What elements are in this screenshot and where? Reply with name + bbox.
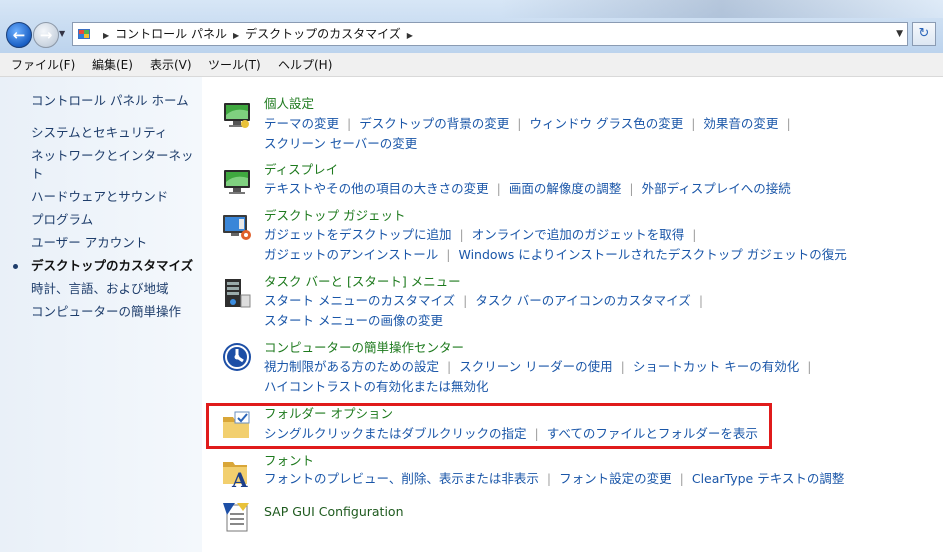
link-row: ガジェットをデスクトップに追加 | オンラインで追加のガジェットを取得 | bbox=[264, 227, 697, 242]
link-font-preview-delete[interactable]: フォントのプレビュー、削除、表示または非表示 bbox=[264, 471, 539, 486]
menu-tools[interactable]: ツール(T) bbox=[208, 53, 261, 77]
link-change-desktop-background[interactable]: デスクトップの背景の変更 bbox=[359, 116, 509, 131]
refresh-button[interactable]: ↻ bbox=[912, 22, 936, 46]
sidebar-item-ease-of-access[interactable]: コンピューターの簡単操作 bbox=[31, 303, 181, 321]
sidebar-item-desktop-customization: デスクトップのカスタマイズ bbox=[31, 258, 194, 273]
link-get-more-gadgets-online[interactable]: オンラインで追加のガジェットを取得 bbox=[472, 227, 685, 242]
gadgets-icon[interactable] bbox=[221, 211, 253, 243]
link-change-start-menu-picture[interactable]: スタート メニューの画像の変更 bbox=[264, 313, 443, 328]
category-title-personalization[interactable]: 個人設定 bbox=[264, 95, 314, 113]
sap-gui-icon[interactable] bbox=[221, 501, 253, 533]
link-customize-taskbar-icons[interactable]: タスク バーのアイコンのカスタマイズ bbox=[475, 293, 690, 308]
link-restore-gadgets[interactable]: Windows によりインストールされたデスクトップ ガジェットの復元 bbox=[458, 247, 846, 262]
address-bar[interactable]: ▶ コントロール パネル ▶ デスクトップのカスタマイズ ▶ ▼ bbox=[72, 22, 908, 46]
link-font-settings[interactable]: フォント設定の変更 bbox=[559, 471, 672, 486]
back-arrow-icon: ← bbox=[12, 26, 26, 44]
display-icon[interactable] bbox=[221, 165, 253, 197]
link-screen-resolution[interactable]: 画面の解像度の調整 bbox=[509, 181, 622, 196]
current-item-bullet-icon bbox=[13, 264, 18, 269]
link-cleartype-tuning[interactable]: ClearType テキストの調整 bbox=[692, 471, 845, 486]
link-row: ガジェットのアンインストール | Windows によりインストールされたデスクトッ… bbox=[264, 247, 847, 262]
recent-pages-dropdown[interactable]: ▼ bbox=[59, 29, 65, 38]
link-add-gadgets[interactable]: ガジェットをデスクトップに追加 bbox=[264, 227, 452, 242]
menu-edit[interactable]: 編集(E) bbox=[92, 53, 133, 77]
sidebar-item-system-security[interactable]: システムとセキュリティ bbox=[31, 124, 167, 142]
sidebar-item-network-line1[interactable]: ネットワークとインターネッ bbox=[31, 147, 194, 165]
sidebar-item-network-line2[interactable]: ト bbox=[31, 165, 44, 183]
link-high-contrast[interactable]: ハイコントラストの有効化または無効化 bbox=[264, 379, 489, 394]
link-change-screen-saver[interactable]: スクリーン セーバーの変更 bbox=[264, 136, 417, 151]
link-row: テーマの変更 | デスクトップの背景の変更 | ウィンドウ グラス色の変更 | 効果音の変更… bbox=[264, 116, 791, 131]
fonts-icon[interactable]: A bbox=[221, 456, 253, 488]
category-title-ease-of-access-center[interactable]: コンピューターの簡単操作センター bbox=[264, 339, 464, 357]
menu-bar: ファイル(F) 編集(E) 表示(V) ツール(T) ヘルプ(H) bbox=[0, 53, 943, 77]
link-vision-settings[interactable]: 視力制限がある方のための設定 bbox=[264, 359, 439, 374]
category-title-taskbar-start-menu[interactable]: タスク バーと [スタート] メニュー bbox=[264, 273, 461, 291]
link-row: スクリーン セーバーの変更 bbox=[264, 135, 417, 153]
link-use-screen-reader[interactable]: スクリーン リーダーの使用 bbox=[459, 359, 612, 374]
link-customize-start-menu[interactable]: スタート メニューのカスタマイズ bbox=[264, 293, 455, 308]
sidebar-item-user-accounts[interactable]: ユーザー アカウント bbox=[31, 234, 147, 252]
taskbar-icon[interactable] bbox=[221, 277, 253, 309]
link-uninstall-gadget[interactable]: ガジェットのアンインストール bbox=[264, 247, 438, 262]
breadcrumb-control-panel[interactable]: コントロール パネル bbox=[115, 27, 227, 41]
menu-view[interactable]: 表示(V) bbox=[150, 53, 192, 77]
menu-help[interactable]: ヘルプ(H) bbox=[278, 53, 332, 77]
category-title-fonts[interactable]: フォント bbox=[264, 452, 314, 470]
sidebar-item-programs[interactable]: プログラム bbox=[31, 211, 93, 229]
category-title-display[interactable]: ディスプレイ bbox=[264, 161, 338, 179]
sidebar-item-hardware-sound[interactable]: ハードウェアとサウンド bbox=[31, 188, 168, 206]
link-external-display[interactable]: 外部ディスプレイへの接続 bbox=[642, 181, 791, 196]
link-change-window-glass-color[interactable]: ウィンドウ グラス色の変更 bbox=[529, 116, 683, 131]
navigation-bar: ← → ▼ ▶ コントロール パネル ▶ デスクトップのカスタマイズ ▶ ▼ ↻ bbox=[0, 0, 943, 53]
breadcrumb: ▶ コントロール パネル ▶ デスクトップのカスタマイズ ▶ bbox=[97, 23, 419, 45]
link-change-theme[interactable]: テーマの変更 bbox=[264, 116, 339, 131]
refresh-icon: ↻ bbox=[918, 26, 930, 41]
breadcrumb-separator-icon[interactable]: ▶ bbox=[103, 31, 109, 40]
highlight-box bbox=[206, 403, 772, 449]
link-row: スタート メニューのカスタマイズ | タスク バーのアイコンのカスタマイズ | bbox=[264, 293, 704, 308]
personalization-icon[interactable] bbox=[221, 99, 253, 131]
ease-of-access-icon[interactable] bbox=[221, 341, 253, 373]
link-row: フォントのプレビュー、削除、表示または非表示 | フォント設定の変更 | ClearTy… bbox=[264, 471, 845, 486]
back-button[interactable]: ← bbox=[6, 22, 32, 48]
link-row: ハイコントラストの有効化または無効化 bbox=[264, 378, 489, 396]
control-panel-icon bbox=[78, 29, 90, 39]
link-row: 視力制限がある方のための設定 | スクリーン リーダーの使用 | ショートカット キーの… bbox=[264, 359, 812, 374]
breadcrumb-separator-icon[interactable]: ▶ bbox=[233, 31, 239, 40]
link-change-sound-effects[interactable]: 効果音の変更 bbox=[703, 116, 778, 131]
forward-button[interactable]: → bbox=[33, 22, 59, 48]
link-row: テキストやその他の項目の大きさの変更 | 画面の解像度の調整 | 外部ディスプレイへの接… bbox=[264, 181, 791, 196]
link-text-size[interactable]: テキストやその他の項目の大きさの変更 bbox=[264, 181, 489, 196]
link-enable-shortcut-keys[interactable]: ショートカット キーの有効化 bbox=[633, 359, 799, 374]
breadcrumb-desktop-customization[interactable]: デスクトップのカスタマイズ bbox=[245, 27, 401, 41]
window-glass bbox=[500, 0, 943, 18]
main-content: 個人設定 テーマの変更 | デスクトップの背景の変更 | ウィンドウ グラス色の変更 | 効… bbox=[202, 77, 943, 552]
category-title-sap-gui-configuration[interactable]: SAP GUI Configuration bbox=[264, 503, 404, 521]
menu-file[interactable]: ファイル(F) bbox=[11, 53, 75, 77]
sidebar: コントロール パネル ホーム システムとセキュリティ ネットワークとインターネッ… bbox=[0, 77, 202, 552]
forward-arrow-icon: → bbox=[39, 26, 53, 44]
sidebar-home-link[interactable]: コントロール パネル ホーム bbox=[31, 92, 189, 110]
address-dropdown-icon[interactable]: ▼ bbox=[896, 23, 903, 45]
breadcrumb-separator-icon[interactable]: ▶ bbox=[407, 31, 413, 40]
category-title-desktop-gadgets[interactable]: デスクトップ ガジェット bbox=[264, 207, 405, 225]
svg-text:A: A bbox=[231, 468, 248, 488]
sidebar-item-clock-language-region[interactable]: 時計、言語、および地域 bbox=[31, 280, 169, 298]
link-row: スタート メニューの画像の変更 bbox=[264, 312, 443, 330]
